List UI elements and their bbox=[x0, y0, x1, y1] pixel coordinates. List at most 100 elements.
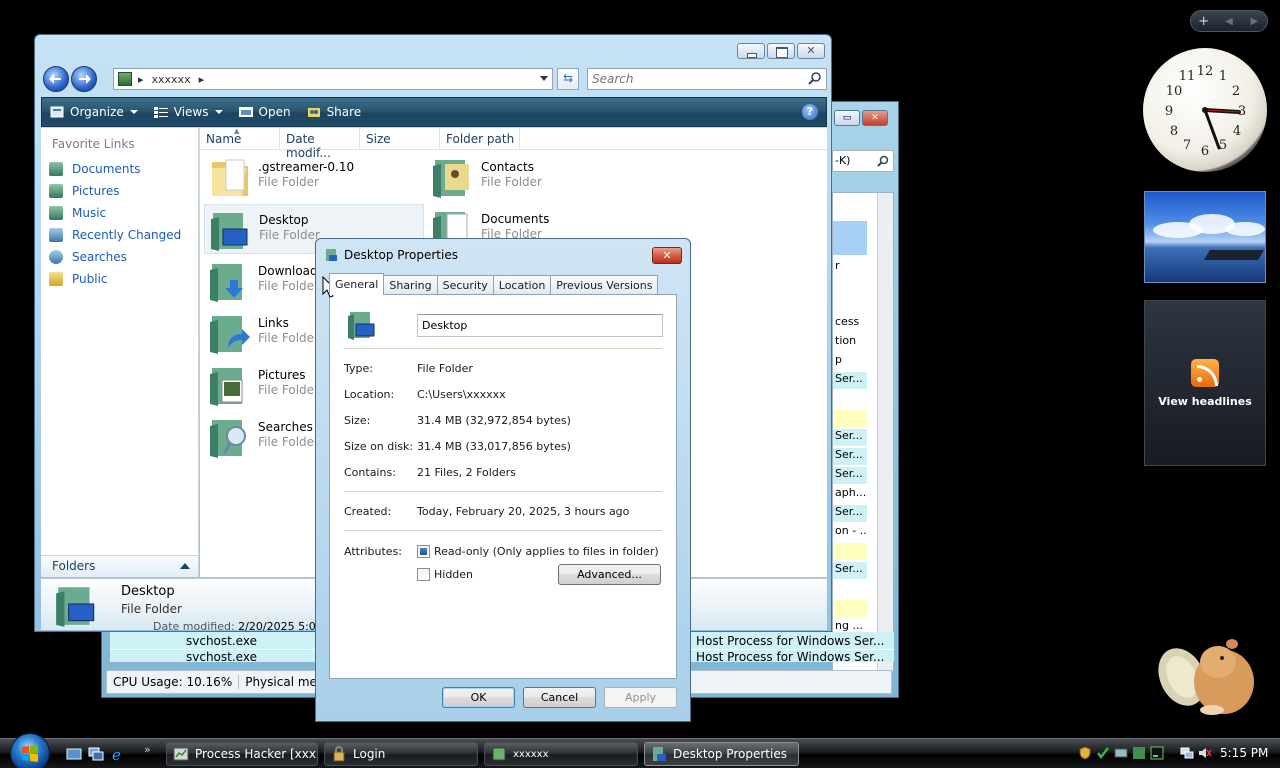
hidden-checkbox[interactable] bbox=[417, 568, 430, 581]
table-row[interactable] bbox=[833, 221, 867, 255]
documents-icon bbox=[49, 162, 63, 176]
table-row[interactable]: tion bbox=[833, 334, 867, 351]
table-row[interactable]: Ser... bbox=[833, 372, 867, 389]
nav-link-public[interactable]: Public bbox=[41, 268, 198, 290]
tab-security[interactable]: Security bbox=[436, 275, 494, 295]
location-value: C:\Users\xxxxxx bbox=[417, 388, 506, 401]
cloud bbox=[1225, 222, 1265, 236]
breadcrumb-separator: ▸ bbox=[198, 72, 205, 86]
tab-sharing[interactable]: Sharing bbox=[383, 275, 438, 295]
internet-explorer-icon[interactable]: e bbox=[110, 747, 126, 761]
views-menu[interactable]: Views bbox=[146, 98, 231, 126]
advanced-button[interactable]: Advanced... bbox=[558, 564, 661, 585]
search-box[interactable] bbox=[587, 68, 827, 90]
taskbar-button-login[interactable]: Login bbox=[324, 742, 478, 766]
nav-link-documents[interactable]: Documents bbox=[41, 158, 198, 180]
back-button[interactable] bbox=[43, 66, 69, 92]
table-row[interactable]: Ser... bbox=[833, 448, 867, 465]
folder-gstreamer[interactable]: .gstreamer-0.10 File Folder bbox=[204, 152, 424, 202]
maximize-button[interactable] bbox=[767, 43, 795, 59]
table-row[interactable]: aph... bbox=[833, 486, 867, 503]
process-search-box[interactable]: -K) bbox=[832, 150, 894, 172]
nav-link-music[interactable]: Music bbox=[41, 202, 198, 224]
nav-link-searches[interactable]: Searches bbox=[41, 246, 198, 268]
clock-time[interactable]: 5:15 PM bbox=[1220, 746, 1268, 760]
slideshow-gadget[interactable] bbox=[1144, 191, 1266, 283]
checkmark-icon[interactable] bbox=[1096, 746, 1110, 760]
desktop-properties-dialog[interactable]: Desktop Properties ✕ General Sharing Sec… bbox=[315, 238, 691, 722]
help-button[interactable]: ? bbox=[802, 104, 818, 120]
folder-contacts[interactable]: Contacts File Folder bbox=[427, 152, 647, 202]
table-row[interactable]: p bbox=[833, 353, 867, 370]
network-icon[interactable] bbox=[1180, 746, 1194, 760]
column-name[interactable]: ▲ Name bbox=[200, 127, 280, 149]
share-button[interactable]: Share bbox=[299, 98, 370, 126]
table-row[interactable]: Ser... bbox=[833, 505, 867, 522]
tab-general[interactable]: General bbox=[329, 273, 385, 295]
close-button[interactable]: ✕ bbox=[797, 43, 825, 59]
readonly-checkbox[interactable] bbox=[417, 545, 430, 558]
taskbar-button-process-hacker[interactable]: Process Hacker [xxxx... bbox=[166, 742, 318, 766]
nav-link-recently-changed[interactable]: Recently Changed bbox=[41, 224, 198, 246]
clock-gadget[interactable]: 12 1 2 345 678 9 10 11 bbox=[1143, 48, 1267, 172]
breadcrumb-user[interactable]: xxxxxx bbox=[152, 73, 191, 86]
start-button[interactable] bbox=[10, 733, 50, 768]
show-desktop-icon[interactable] bbox=[66, 747, 82, 761]
forward-button[interactable] bbox=[71, 66, 97, 92]
add-gadget-button[interactable]: + bbox=[1191, 14, 1216, 29]
device-icon[interactable] bbox=[1114, 746, 1128, 760]
security-shield-icon[interactable] bbox=[1078, 746, 1092, 760]
desktop-folder-icon bbox=[211, 213, 248, 251]
minimize-button[interactable] bbox=[737, 43, 765, 59]
close-button[interactable]: ✕ bbox=[652, 247, 682, 264]
column-size[interactable]: Size bbox=[360, 128, 440, 149]
close-button[interactable]: ✕ bbox=[862, 110, 888, 126]
volume-muted-icon[interactable] bbox=[1198, 746, 1212, 760]
address-dropdown[interactable] bbox=[540, 76, 548, 81]
table-row[interactable]: cess bbox=[833, 315, 867, 332]
refresh-button[interactable]: ⇆ bbox=[557, 68, 579, 90]
table-row[interactable] bbox=[833, 543, 867, 560]
view-headlines-link[interactable]: View headlines bbox=[1158, 395, 1252, 408]
table-row[interactable] bbox=[833, 410, 867, 427]
quick-launch-more[interactable]: » bbox=[144, 743, 151, 756]
readonly-label[interactable]: Read-only (Only applies to files in fold… bbox=[434, 545, 659, 558]
open-button[interactable]: Open bbox=[231, 98, 299, 126]
cancel-button[interactable]: Cancel bbox=[523, 687, 596, 708]
folder-name-field[interactable]: Desktop bbox=[417, 314, 663, 337]
switch-windows-icon[interactable] bbox=[88, 747, 104, 761]
organize-menu[interactable]: Organize bbox=[42, 98, 146, 126]
size-on-disk-value: 31.4 MB (33,017,856 bytes) bbox=[417, 440, 571, 453]
table-row[interactable]: Ser... bbox=[833, 562, 867, 579]
column-folder-path[interactable]: Folder path bbox=[440, 128, 520, 149]
process-hacker-icon bbox=[173, 747, 189, 761]
table-row[interactable]: on - ... bbox=[833, 524, 867, 541]
tab-location[interactable]: Location bbox=[492, 275, 552, 295]
hidden-label[interactable]: Hidden bbox=[434, 568, 473, 581]
table-row[interactable]: Ser... bbox=[833, 467, 867, 484]
divider bbox=[344, 530, 662, 531]
tab-previous-versions[interactable]: Previous Versions bbox=[550, 275, 659, 295]
apply-button[interactable]: Apply bbox=[604, 687, 677, 708]
app-tray-icon[interactable] bbox=[1132, 746, 1146, 760]
svg-text:4: 4 bbox=[1233, 124, 1241, 139]
address-bar[interactable]: ▸ xxxxxx ▸ bbox=[113, 68, 553, 90]
sidebar-next-button[interactable]: ▶ bbox=[1242, 16, 1267, 27]
feed-headlines-gadget[interactable]: View headlines bbox=[1144, 300, 1266, 466]
vertical-scrollbar[interactable] bbox=[877, 193, 893, 671]
terminal-icon[interactable] bbox=[1150, 746, 1164, 760]
dialog-title: Desktop Properties bbox=[344, 248, 458, 262]
column-date-modified[interactable]: Date modif... bbox=[280, 128, 360, 160]
taskbar-button-desktop-properties[interactable]: Desktop Properties bbox=[644, 742, 799, 766]
table-row[interactable]: Ser... bbox=[833, 429, 867, 446]
sidebar-prev-button[interactable]: ◀ bbox=[1216, 16, 1241, 27]
minimize-button[interactable]: ▭ bbox=[834, 110, 860, 126]
table-row[interactable]: r bbox=[833, 259, 867, 276]
taskbar-button-explorer[interactable]: xxxxxx bbox=[484, 742, 638, 766]
process-list[interactable]: r cess tion p Ser... Ser... Ser... Ser..… bbox=[832, 192, 894, 672]
folders-toggle[interactable]: Folders bbox=[41, 555, 199, 577]
ok-button[interactable]: OK bbox=[442, 687, 515, 708]
search-input[interactable] bbox=[592, 70, 792, 88]
table-row[interactable] bbox=[833, 600, 867, 617]
nav-link-pictures[interactable]: Pictures bbox=[41, 180, 198, 202]
